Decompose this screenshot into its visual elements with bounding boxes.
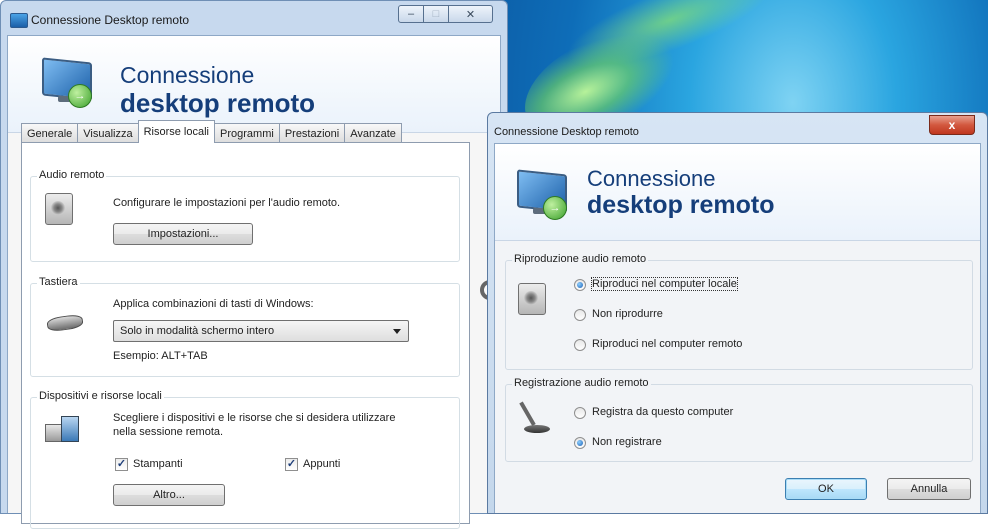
more-button[interactable]: Altro... — [113, 484, 225, 506]
banner-title-line1: Connessione — [120, 62, 255, 88]
dialog-close-button[interactable]: x — [929, 115, 975, 135]
maximize-button[interactable]: □ — [424, 5, 449, 23]
windows-keys-combo[interactable]: Solo in modalità schermo intero — [113, 320, 409, 342]
dialog-banner: → Connessione desktop remoto — [495, 144, 980, 241]
recording-group: Registrazione audio remoto Registra da q… — [505, 377, 973, 462]
audio-settings-button[interactable]: Impostazioni... — [113, 223, 253, 245]
keyboard-description: Applica combinazioni di tasti di Windows… — [113, 298, 314, 310]
microphone-base — [524, 425, 550, 433]
caption-buttons: – □ ✕ — [398, 5, 493, 23]
printers-label[interactable]: Stampanti — [133, 458, 183, 470]
devices-description-line1: Scegliere i dispositivi e le risorse che… — [113, 412, 396, 424]
ok-button[interactable]: OK — [785, 478, 867, 500]
minimize-button[interactable]: – — [398, 5, 424, 23]
window-title: Connessione Desktop remoto — [31, 13, 190, 27]
printers-checkbox[interactable]: ✓ — [115, 458, 128, 471]
tab-risorse-locali[interactable]: Risorse locali — [137, 120, 216, 143]
playback-group: Riproduzione audio remoto Riproduci nel … — [505, 253, 973, 370]
devices-icon — [45, 414, 79, 444]
combo-selected-value: Solo in modalità schermo intero — [120, 325, 275, 337]
devices-description-line2: nella sessione remota. — [113, 426, 224, 438]
radio-play-remote[interactable] — [574, 339, 586, 351]
audio-description: Configurare le impostazioni per l'audio … — [113, 197, 341, 209]
tab-avanzate[interactable]: Avanzate — [344, 123, 402, 143]
remote-audio-dialog: Connessione Desktop remoto x → Connessio… — [487, 112, 988, 514]
tab-prestazioni[interactable]: Prestazioni — [278, 123, 346, 143]
tab-generale[interactable]: Generale — [21, 123, 79, 143]
dialog-banner-line2: desktop remoto — [587, 191, 775, 219]
radio-play-local-label[interactable]: Riproduci nel computer locale — [591, 277, 738, 291]
speaker-icon — [45, 193, 73, 225]
clipboard-checkbox[interactable]: ✓ — [285, 458, 298, 471]
devices-group-title: Dispositivi e risorse locali — [37, 390, 164, 402]
keyboard-group: Tastiera Applica combinazioni di tasti d… — [30, 276, 460, 377]
cancel-button[interactable]: Annulla — [887, 478, 971, 500]
connection-arrow-icon: → — [543, 196, 567, 220]
radio-play-local[interactable] — [574, 279, 586, 291]
tab-programmi[interactable]: Programmi — [214, 123, 280, 143]
rdp-app-icon — [10, 13, 28, 28]
recording-group-title: Registrazione audio remoto — [512, 377, 651, 389]
tab-visualizza[interactable]: Visualizza — [77, 123, 139, 143]
keyboard-icon — [46, 313, 84, 333]
radio-do-not-record[interactable] — [574, 437, 586, 449]
chevron-down-icon[interactable] — [393, 329, 401, 334]
clipboard-label[interactable]: Appunti — [303, 458, 340, 470]
title-bar[interactable]: Connessione Desktop remoto – □ ✕ — [1, 1, 507, 35]
dialog-banner-line1: Connessione — [587, 166, 716, 191]
rdp-banner: → Connessione desktop remoto — [8, 36, 500, 133]
connection-arrow-icon: → — [68, 84, 92, 108]
keyboard-group-title: Tastiera — [37, 276, 80, 288]
local-resources-panel: Audio remoto Configurare le impostazioni… — [21, 142, 470, 529]
devices-group: Dispositivi e risorse locali Scegliere i… — [30, 390, 460, 529]
audio-group-title: Audio remoto — [37, 169, 107, 181]
dialog-client-area: → Connessione desktop remoto Riproduzion… — [494, 143, 981, 513]
speaker-icon — [518, 283, 546, 315]
radio-record[interactable] — [574, 407, 586, 419]
radio-do-not-record-label[interactable]: Non registrare — [592, 436, 662, 448]
rdp-main-window: Connessione Desktop remoto – □ ✕ → Conne… — [0, 0, 508, 529]
drive-icon — [61, 416, 79, 442]
playback-group-title: Riproduzione audio remoto — [512, 253, 649, 265]
tab-strip: Generale Visualizza Risorse locali Progr… — [21, 120, 402, 143]
microphone-icon — [519, 399, 552, 435]
radio-do-not-play[interactable] — [574, 309, 586, 321]
radio-do-not-play-label[interactable]: Non riprodurre — [592, 308, 663, 320]
radio-play-remote-label[interactable]: Riproduci nel computer remoto — [592, 338, 742, 350]
dialog-title: Connessione Desktop remoto — [494, 126, 639, 138]
keyboard-example: Esempio: ALT+TAB — [113, 350, 208, 362]
radio-record-label[interactable]: Registra da questo computer — [592, 406, 733, 418]
microphone-rod — [519, 401, 536, 426]
banner-title-line2: desktop remoto — [120, 88, 316, 118]
audio-group: Audio remoto Configurare le impostazioni… — [30, 169, 460, 262]
close-button[interactable]: ✕ — [449, 5, 493, 23]
